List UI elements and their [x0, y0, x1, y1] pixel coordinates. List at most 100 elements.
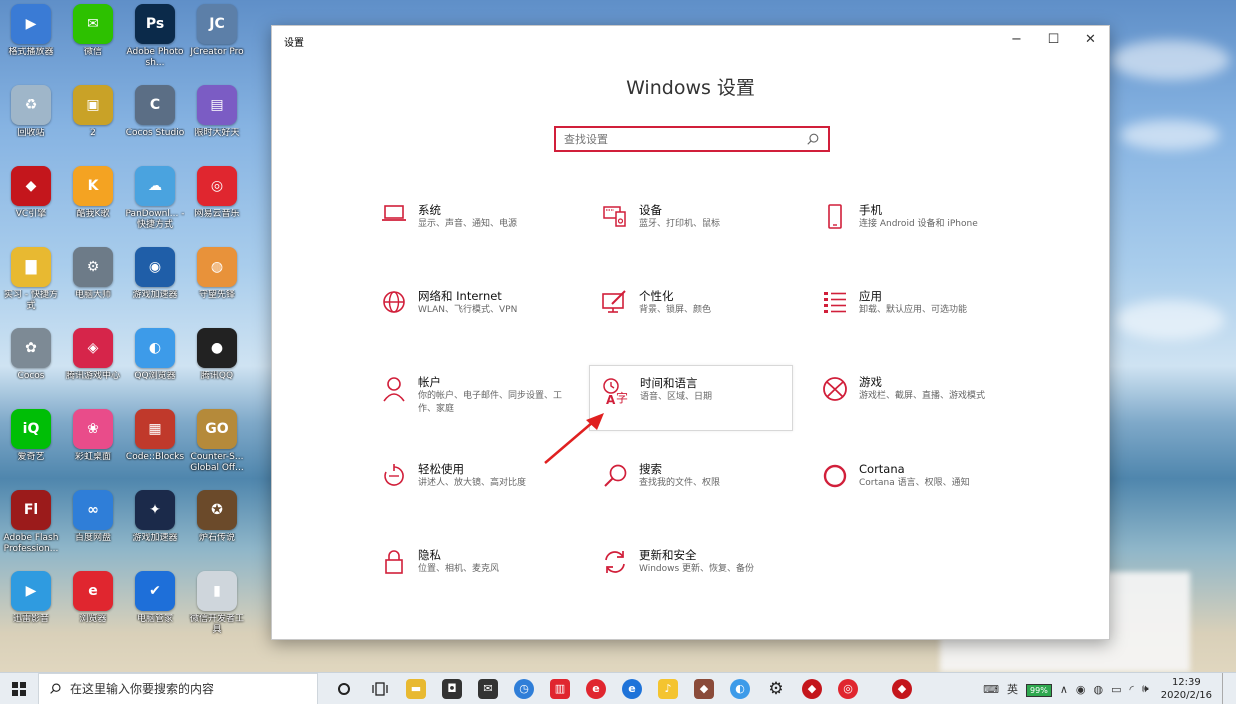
desktop-shortcut[interactable]: ☁ PanDownl... - 快捷方式 [124, 162, 186, 243]
tray-app-icon[interactable]: ◍ [1094, 683, 1104, 696]
app-icon: ▇ [11, 247, 51, 287]
desktop-shortcut-label: 回收站 [17, 128, 45, 138]
desktop-shortcut[interactable]: e 浏览器 [62, 567, 124, 648]
cortana-icon [817, 460, 853, 494]
app-icon: ▮ [197, 571, 237, 611]
taskbar-red-game-2[interactable]: ◆ [884, 673, 920, 704]
taskbar-red-game[interactable]: ◆ [794, 673, 830, 704]
taskbar-edge[interactable]: e [614, 673, 650, 704]
desktop-shortcut-label: 格式播放器 [8, 47, 54, 57]
desktop-shortcut[interactable]: ◈ 腾讯游戏中心 [62, 324, 124, 405]
taskbar-kugou[interactable]: ♪ [650, 673, 686, 704]
app-icon: ✦ [135, 490, 175, 530]
taskbar-store[interactable]: ◘ [434, 673, 470, 704]
settings-tile[interactable]: 个性化 背景、锁屏、颜色 [597, 287, 801, 353]
desktop-shortcut[interactable]: Fl Adobe Flash Profession... [0, 486, 62, 567]
maximize-button[interactable]: ☐ [1035, 26, 1072, 52]
settings-tile[interactable]: 轻松使用 讲述人、放大镜、高对比度 [376, 460, 580, 526]
taskbar-mail[interactable]: ✉ [470, 673, 506, 704]
desktop-shortcut[interactable]: ◉ 游戏加速器 [124, 243, 186, 324]
taskbar-clock-app[interactable]: ◷ [506, 673, 542, 704]
desktop-shortcut[interactable]: ✦ 游戏加速器 [124, 486, 186, 567]
search-input[interactable] [564, 132, 806, 146]
desktop-shortcut[interactable]: ⚙ 电脑大师 [62, 243, 124, 324]
app-icon: ◎ [197, 166, 237, 206]
desktop-shortcut[interactable]: ▮ 微信开发者工具 [186, 567, 248, 648]
taskbar-file-explorer[interactable]: ▬ [398, 673, 434, 704]
desktop-shortcut-label: VC引擎 [15, 209, 47, 219]
wifi-icon[interactable]: ◜ [1130, 683, 1134, 696]
network-icon[interactable]: ▭ [1111, 683, 1121, 696]
settings-tile[interactable]: 隐私 位置、相机、麦克风 [376, 546, 580, 612]
clock-time: 12:39 [1171, 677, 1201, 688]
taskbar-search[interactable]: 在这里输入你要搜索的内容 [38, 672, 318, 704]
cortana-button[interactable] [326, 673, 362, 704]
close-button[interactable]: ✕ [1072, 26, 1109, 52]
settings-tile-description: 卸载、默认应用、可选功能 [859, 305, 968, 315]
settings-tile[interactable]: 更新和安全 Windows 更新、恢复、备份 [597, 546, 801, 612]
desktop-shortcut[interactable]: ◐ QQ浏览器 [124, 324, 186, 405]
desktop-shortcut[interactable]: ✿ Cocos [0, 324, 62, 405]
desktop-shortcut[interactable]: ▶ 格式播放器 [0, 0, 62, 81]
settings-tile[interactable]: 搜索 查找我的文件、权限 [597, 460, 801, 526]
desktop-shortcut[interactable]: JC JCreator Pro [186, 0, 248, 81]
chevron-up-icon[interactable]: ∧ [1060, 683, 1068, 696]
settings-tile[interactable]: 游戏 游戏栏、截屏、直播、游戏模式 [817, 373, 1021, 439]
settings-tile[interactable]: Cortana Cortana 语言、权限、通知 [817, 460, 1021, 526]
desktop-shortcut[interactable]: ❀ 彩虹桌面 [62, 405, 124, 486]
taskbar-game[interactable]: ◆ [686, 673, 722, 704]
taskbar-qq-browser[interactable]: ◐ [722, 673, 758, 704]
taskbar-settings[interactable]: ⚙ [758, 673, 794, 704]
red-game-icon: ◆ [802, 678, 822, 699]
task-view-button[interactable] [362, 673, 398, 704]
desktop-shortcut[interactable]: ♻ 回收站 [0, 81, 62, 162]
person-icon [376, 373, 412, 407]
settings-tile-description: Cortana 语言、权限、通知 [859, 478, 970, 488]
qq-browser-icon: ◐ [730, 678, 750, 699]
desktop-shortcut[interactable]: Ps Adobe Photosh... [124, 0, 186, 81]
phone-icon [817, 201, 853, 235]
desktop-shortcut[interactable]: iQ 爱奇艺 [0, 405, 62, 486]
settings-tile-description: Windows 更新、恢复、备份 [639, 564, 755, 574]
desktop-shortcut[interactable]: ∞ 百度网盘 [62, 486, 124, 567]
taskbar-browser-red[interactable]: e [578, 673, 614, 704]
settings-tile-description: 游戏栏、截屏、直播、游戏模式 [859, 391, 986, 401]
desktop-shortcut[interactable]: ✔ 电脑管家 [124, 567, 186, 648]
settings-tile[interactable]: 网络和 Internet WLAN、飞行模式、VPN [376, 287, 580, 353]
desktop-shortcut[interactable]: GO Counter-S... Global Off... [186, 405, 248, 486]
clock[interactable]: 12:39 2020/2/16 [1161, 676, 1212, 702]
desktop-shortcut[interactable]: ▇ 实习 - 快捷方式 [0, 243, 62, 324]
taskbar-red-app[interactable]: ▥ [542, 673, 578, 704]
start-button[interactable] [0, 673, 38, 704]
desktop-shortcut[interactable]: ✉ 微信 [62, 0, 124, 81]
settings-search-box[interactable] [554, 126, 830, 152]
gear-icon: ⚙ [768, 678, 784, 699]
desktop-shortcut[interactable]: ◍ 守望先锋 [186, 243, 248, 324]
settings-tile[interactable]: 系统 显示、声音、通知、电源 [376, 201, 580, 267]
battery-indicator[interactable]: 99% [1026, 683, 1052, 697]
desktop-shortcut[interactable]: ◆ VC引擎 [0, 162, 62, 243]
settings-tile[interactable]: 手机 连接 Android 设备和 iPhone [817, 201, 1021, 267]
settings-tile[interactable]: 应用 卸载、默认应用、可选功能 [817, 287, 1021, 353]
desktop-shortcut[interactable]: ▤ 限时大好天 [186, 81, 248, 162]
volume-icon[interactable]: 🕪 [1142, 682, 1149, 696]
desktop-shortcut[interactable]: ▣ 2 [62, 81, 124, 162]
ime-indicator[interactable]: 英 [1007, 681, 1018, 697]
desktop-shortcut[interactable]: ▶ 迅雷影音 [0, 567, 62, 648]
desktop-shortcut[interactable]: ● 腾讯QQ [186, 324, 248, 405]
app-icon: Ps [135, 4, 175, 44]
desktop-shortcut[interactable]: ◎ 网易云音乐 [186, 162, 248, 243]
desktop-shortcut[interactable]: K 酷我K歌 [62, 162, 124, 243]
settings-tile[interactable]: A 字时间和语言 语音、区域、日期 [589, 365, 793, 431]
desktop-shortcut[interactable]: ▦ Code::Blocks [124, 405, 186, 486]
taskbar-netease-music[interactable]: ◎ [830, 673, 866, 704]
tray-app-icon[interactable]: ◉ [1076, 683, 1086, 696]
window-controls: − ☐ ✕ [998, 26, 1109, 52]
desktop-shortcut[interactable]: C Cocos Studio [124, 81, 186, 162]
settings-tile[interactable]: 设备 蓝牙、打印机、鼠标 [597, 201, 801, 267]
desktop-shortcut-label: PanDownl... - 快捷方式 [125, 209, 185, 230]
desktop-shortcut[interactable]: ✪ 炉石传说 [186, 486, 248, 567]
minimize-button[interactable]: − [998, 26, 1035, 52]
show-desktop-button[interactable] [1222, 673, 1236, 704]
keyboard-icon[interactable]: ⌨ [983, 683, 999, 696]
